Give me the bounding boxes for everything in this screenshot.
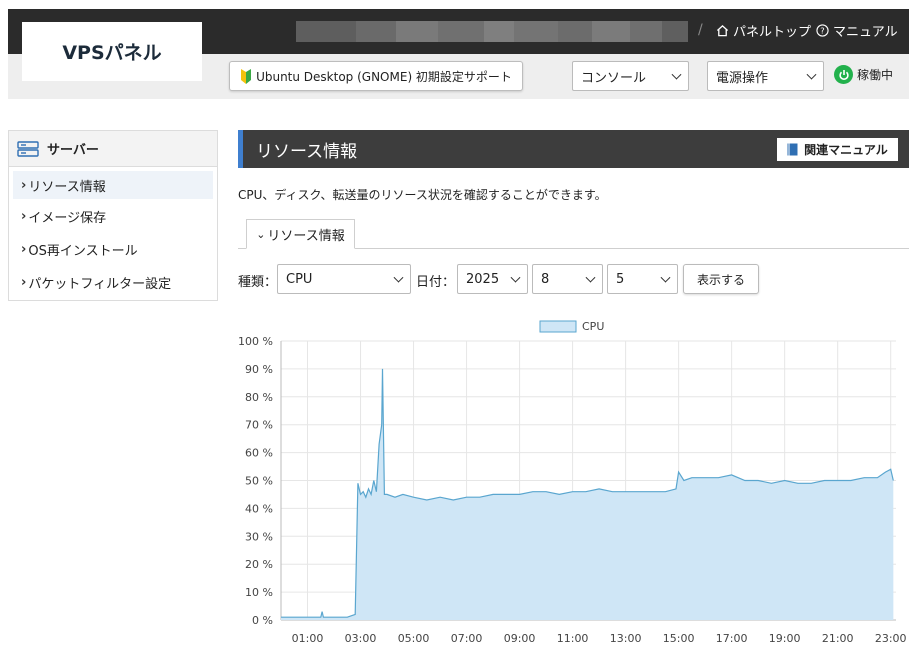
chevron-right-icon: › — [21, 274, 27, 290]
y-tick-label: 40 % — [245, 502, 273, 515]
panel-top-label: パネルトップ — [733, 25, 812, 40]
chevron-down-icon — [806, 69, 817, 80]
mask-block — [296, 21, 356, 42]
power-icon — [834, 65, 853, 84]
sidebar-item-image-save[interactable]: › イメージ保存 — [13, 202, 213, 230]
svg-text:?: ? — [820, 26, 824, 36]
power-select-value: 電源操作 — [716, 70, 769, 86]
chevron-down-icon — [585, 272, 596, 283]
gnome-guide-button[interactable]: Ubuntu Desktop (GNOME) 初期設定サポート — [229, 61, 523, 91]
y-tick-label: 30 % — [245, 530, 273, 543]
mask-block — [514, 21, 558, 42]
power-select[interactable]: 電源操作 — [707, 61, 824, 91]
sidebar-item-label: イメージ保存 — [28, 210, 107, 226]
y-tick-label: 80 % — [245, 391, 273, 404]
y-tick-label: 50 % — [245, 475, 273, 488]
console-select[interactable]: コンソール — [572, 61, 689, 91]
year-select[interactable]: 2025 — [457, 264, 528, 294]
manual-link[interactable]: ? マニュアル — [816, 21, 898, 40]
beginner-mark-icon — [241, 68, 252, 84]
x-tick-label: 19:00 — [769, 632, 801, 645]
x-tick-label: 01:00 — [292, 632, 324, 645]
chevron-right-icon: › — [21, 241, 27, 257]
x-tick-label: 15:00 — [663, 632, 695, 645]
x-tick-label: 21:00 — [822, 632, 854, 645]
legend-swatch — [539, 320, 577, 333]
server-icon — [17, 140, 39, 157]
year-select-value: 2025 — [466, 271, 500, 287]
tab-label: リソース情報 — [267, 228, 345, 244]
mask-block — [662, 21, 688, 42]
sidebar: サーバー › リソース情報 › イメージ保存 › OS再インストール › パケッ… — [8, 130, 218, 301]
mask-block — [592, 21, 630, 42]
related-manual-label: 関連マニュアル — [804, 143, 888, 157]
mask-block — [630, 21, 662, 42]
status-label: 稼働中 — [857, 68, 894, 82]
mask-block — [356, 21, 396, 42]
month-select[interactable]: 8 — [532, 264, 603, 294]
x-tick-label: 07:00 — [451, 632, 483, 645]
x-tick-label: 11:00 — [557, 632, 589, 645]
chevron-down-icon: ⌄ — [256, 227, 266, 241]
home-icon — [716, 24, 729, 37]
mask-block — [438, 21, 484, 42]
y-tick-label: 20 % — [245, 558, 273, 571]
gnome-guide-label: Ubuntu Desktop (GNOME) 初期設定サポート — [256, 69, 512, 84]
month-select-value: 8 — [541, 271, 550, 287]
console-select-value: コンソール — [581, 70, 647, 86]
y-tick-label: 90 % — [245, 363, 273, 376]
date-label: 日付： — [416, 275, 456, 290]
y-tick-label: 0 % — [252, 614, 273, 627]
sidebar-item-label: リソース情報 — [28, 179, 106, 195]
type-select-value: CPU — [286, 271, 313, 287]
book-icon — [787, 143, 798, 156]
server-status: 稼働中 — [834, 65, 893, 84]
chevron-down-icon — [393, 272, 404, 283]
type-select[interactable]: CPU — [277, 264, 411, 294]
mask-block — [558, 21, 592, 42]
legend-label: CPU — [582, 320, 604, 333]
day-select-value: 5 — [616, 271, 625, 287]
manual-link-label: マニュアル — [833, 25, 898, 40]
x-tick-label: 23:00 — [875, 632, 907, 645]
type-label: 種類： — [238, 275, 278, 290]
sidebar-item-os-reinstall[interactable]: › OS再インストール — [13, 235, 213, 263]
cpu-usage-chart: 0 % 10 % 20 % 30 % 40 % 50 % 60 % 70 % 80 % 90 % 1… — [238, 320, 907, 645]
mask-block — [396, 21, 438, 42]
logo[interactable]: VPSパネル — [22, 22, 202, 81]
sidebar-item-resource-info[interactable]: › リソース情報 — [13, 171, 213, 199]
chevron-right-icon: › — [21, 208, 27, 224]
chevron-down-icon — [660, 272, 671, 283]
chevron-right-icon: › — [21, 177, 27, 193]
sidebar-header: サーバー — [9, 131, 217, 167]
chevron-down-icon — [671, 69, 682, 80]
tab-resource-info[interactable]: ⌄ リソース情報 — [246, 219, 355, 249]
x-tick-label: 09:00 — [504, 632, 536, 645]
page-title: リソース情報 — [256, 141, 358, 162]
y-tick-label: 100 % — [238, 335, 273, 348]
show-button[interactable]: 表示する — [683, 264, 759, 294]
y-tick-label: 70 % — [245, 419, 273, 432]
day-select[interactable]: 5 — [607, 264, 678, 294]
header-separator: / — [698, 22, 703, 38]
panel-top-link[interactable]: パネルトップ — [716, 21, 811, 40]
x-tick-label: 03:00 — [345, 632, 377, 645]
masked-server-name — [296, 21, 688, 42]
x-tick-label: 17:00 — [716, 632, 748, 645]
show-button-label: 表示する — [696, 272, 745, 287]
x-tick-label: 05:00 — [398, 632, 430, 645]
chevron-down-icon — [510, 272, 521, 283]
sidebar-item-packet-filter[interactable]: › パケットフィルター設定 — [13, 268, 213, 296]
cpu-area-fill — [281, 368, 894, 620]
sidebar-item-label: OS再インストール — [28, 243, 138, 259]
sidebar-title: サーバー — [47, 143, 99, 158]
y-tick-label: 10 % — [245, 586, 273, 599]
sidebar-item-label: パケットフィルター設定 — [28, 276, 172, 292]
mask-block — [484, 21, 514, 42]
page-description: CPU、ディスク、転送量のリソース状況を確認することができます。 — [238, 188, 607, 202]
help-icon: ? — [816, 24, 829, 37]
related-manual-button[interactable]: 関連マニュアル — [777, 138, 898, 161]
y-tick-label: 60 % — [245, 447, 273, 460]
x-tick-label: 13:00 — [610, 632, 642, 645]
